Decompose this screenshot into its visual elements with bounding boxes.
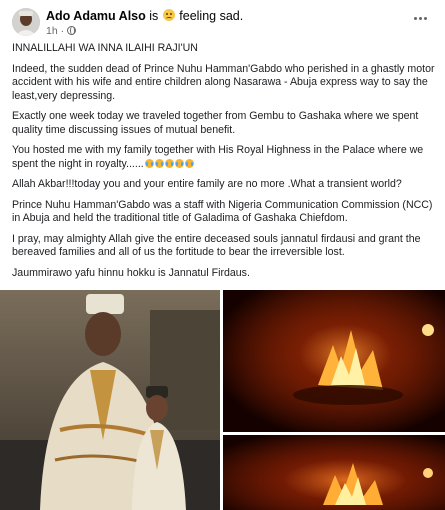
feeling-prefix: is: [149, 9, 159, 23]
paragraph-4-text: You hosted me with my family together wi…: [12, 144, 424, 170]
sad-face-icon: [162, 9, 175, 21]
paragraph-3: Exactly one week today we traveled toget…: [12, 110, 419, 136]
meta-separator: ·: [60, 25, 65, 37]
crying-face-icon: [154, 158, 164, 168]
crying-face-icon: [174, 158, 184, 168]
post-text: INNALILLAHI WA INNA ILAIHI RAJI'UN Indee…: [12, 42, 437, 287]
photo-man-and-child[interactable]: [0, 290, 220, 510]
crying-face-icon: [144, 158, 154, 168]
facebook-post: Ado Adamu Also is feeling sad. 1h · INNA…: [0, 0, 445, 510]
paragraph-5: Allah Akbar!!!today you and your entire …: [12, 178, 402, 190]
post-timestamp[interactable]: 1h: [46, 25, 58, 37]
post-meta: 1h ·: [46, 25, 77, 37]
feeling-text: feeling sad.: [179, 9, 244, 23]
paragraph-8: Jaummirawo yafu hinnu hokku is Jannatul …: [12, 266, 250, 279]
paragraph-6: Prince Nuhu Hamman'Gabdo was a staff wit…: [12, 198, 433, 225]
photo-burning-vehicle-1[interactable]: [223, 290, 445, 432]
paragraph-4: You hosted me with my family together wi…: [12, 144, 437, 171]
globe-icon[interactable]: [67, 26, 77, 35]
paragraph-2: Indeed, the sudden dead of Prince Nuhu H…: [12, 62, 435, 102]
author-line: Ado Adamu Also is feeling sad.: [46, 9, 243, 23]
author-name[interactable]: Ado Adamu Also: [46, 9, 146, 23]
photo-burning-vehicle-2[interactable]: [223, 435, 445, 510]
post-header: Ado Adamu Also is feeling sad. 1h ·: [12, 8, 433, 38]
crying-face-icon: [184, 158, 194, 168]
crying-face-icon: [164, 158, 174, 168]
paragraph-7: I pray, may almighty Allah give the enti…: [12, 232, 421, 259]
more-options-icon[interactable]: [409, 10, 431, 26]
paragraph-1: INNALILLAHI WA INNA ILAIHI RAJI'UN: [12, 42, 198, 54]
photo-grid: [0, 290, 445, 510]
avatar[interactable]: [12, 8, 40, 36]
